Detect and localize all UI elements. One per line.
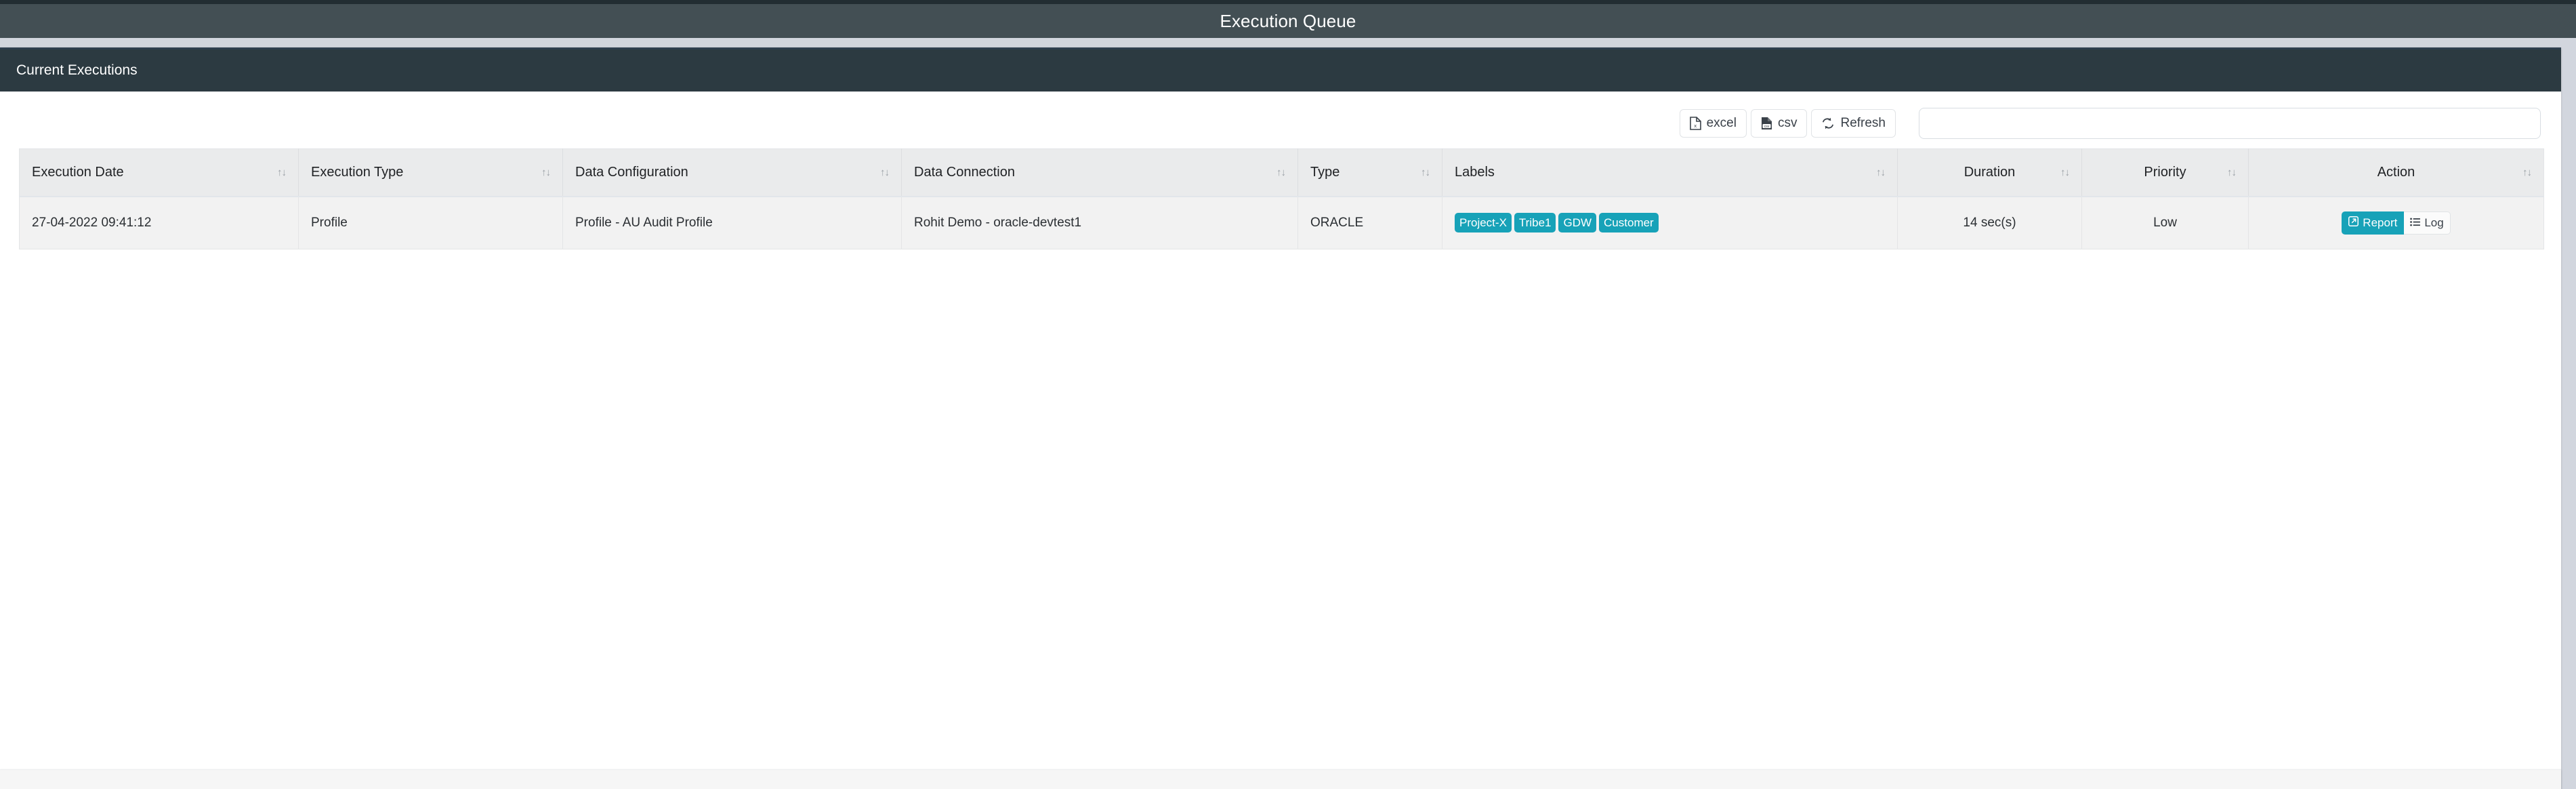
sort-arrows-icon[interactable]: ↑↓	[2227, 167, 2237, 178]
column-label: Type	[1310, 164, 1340, 180]
cell-action: Report Log	[2248, 196, 2544, 249]
card-header-title: Current Executions	[16, 62, 138, 78]
excel-file-icon: x	[1689, 117, 1701, 130]
label-badge: Customer	[1599, 213, 1659, 233]
export-csv-label: csv	[1777, 116, 1798, 130]
report-button[interactable]: Report	[2342, 211, 2405, 235]
table-header-row-group: Execution Date ↑↓ Execution Type ↑↓ Data…	[19, 148, 2544, 197]
table-body: 27-04-2022 09:41:12 Profile Profile - AU…	[19, 196, 2544, 249]
export-excel-label: excel	[1706, 116, 1737, 130]
column-label: Execution Type	[311, 164, 404, 180]
column-header-execution-type[interactable]: Execution Type ↑↓	[298, 148, 563, 197]
cell-duration: 14 sec(s)	[1897, 196, 2082, 249]
page-title: Execution Queue	[1220, 10, 1356, 31]
column-label: Priority	[2144, 164, 2186, 180]
refresh-button[interactable]: Refresh	[1811, 109, 1896, 138]
sort-arrows-icon[interactable]: ↑↓	[1276, 167, 1286, 178]
cell-type: ORACLE	[1297, 196, 1442, 249]
cell-execution-type: Profile	[298, 196, 563, 249]
export-csv-button[interactable]: csv csv	[1750, 109, 1808, 138]
column-header-labels[interactable]: Labels ↑↓	[1442, 148, 1898, 197]
label-badge: Tribe1	[1514, 213, 1556, 233]
current-executions-card: Current Executions x excel csv csv Refre…	[0, 47, 2561, 789]
app-title-bar: Execution Queue	[0, 4, 2576, 38]
executions-table: Execution Date ↑↓ Execution Type ↑↓ Data…	[19, 148, 2544, 249]
column-label: Data Configuration	[575, 164, 688, 180]
cell-data-connection: Rohit Demo - oracle-devtest1	[901, 196, 1298, 249]
search-container	[1919, 108, 2541, 139]
refresh-label: Refresh	[1840, 116, 1886, 130]
sort-arrows-icon[interactable]: ↑↓	[277, 167, 287, 178]
log-button-label: Log	[2424, 216, 2444, 229]
column-header-data-connection[interactable]: Data Connection ↑↓	[901, 148, 1298, 197]
column-header-priority[interactable]: Priority ↑↓	[2081, 148, 2249, 197]
svg-text:x: x	[1694, 123, 1697, 129]
cell-priority-badge: Low	[2081, 196, 2249, 249]
external-link-square-icon	[2348, 216, 2359, 230]
report-button-label: Report	[2363, 216, 2398, 229]
column-header-data-configuration[interactable]: Data Configuration ↑↓	[562, 148, 902, 197]
column-label: Labels	[1455, 164, 1495, 180]
column-label: Execution Date	[32, 164, 124, 180]
action-button-group: Report Log	[2342, 211, 2451, 235]
header-gap	[0, 38, 2576, 47]
card-body: x excel csv csv Refresh Execution Date ↑…	[0, 92, 2561, 769]
svg-text:csv: csv	[1764, 125, 1770, 129]
csv-file-icon: csv	[1761, 117, 1772, 130]
search-input[interactable]	[1919, 108, 2541, 139]
sort-arrows-icon[interactable]: ↑↓	[541, 167, 551, 178]
column-header-duration[interactable]: Duration ↑↓	[1897, 148, 2082, 197]
card-footer	[0, 769, 2561, 789]
column-header-execution-date[interactable]: Execution Date ↑↓	[19, 148, 299, 197]
column-label: Duration	[1964, 164, 2016, 180]
sort-arrows-icon[interactable]: ↑↓	[1876, 167, 1886, 178]
cell-labels: Project-X Tribe1 GDW Customer	[1442, 196, 1898, 249]
export-button-group: x excel csv csv Refresh	[1679, 109, 1896, 138]
cell-data-configuration: Profile - AU Audit Profile	[562, 196, 902, 249]
column-label: Data Connection	[914, 164, 1015, 180]
sort-arrows-icon[interactable]: ↑↓	[2522, 167, 2532, 178]
column-header-type[interactable]: Type ↑↓	[1297, 148, 1442, 197]
table-header-row: Execution Date ↑↓ Execution Type ↑↓ Data…	[19, 148, 2544, 197]
label-badge: Project-X	[1455, 213, 1512, 233]
log-button[interactable]: Log	[2404, 211, 2451, 235]
sort-arrows-icon[interactable]: ↑↓	[1421, 167, 1430, 178]
column-header-action[interactable]: Action ↑↓	[2248, 148, 2544, 197]
card-header: Current Executions	[0, 49, 2561, 92]
export-excel-button[interactable]: x excel	[1679, 109, 1747, 138]
list-icon	[2410, 216, 2421, 230]
table-toolbar: x excel csv csv Refresh	[19, 104, 2542, 143]
sort-arrows-icon[interactable]: ↑↓	[2060, 167, 2070, 178]
cell-execution-date: 27-04-2022 09:41:12	[19, 196, 299, 249]
column-label: Action	[2377, 164, 2415, 180]
table-row[interactable]: 27-04-2022 09:41:12 Profile Profile - AU…	[19, 196, 2544, 249]
label-badge: GDW	[1558, 213, 1597, 233]
sort-arrows-icon[interactable]: ↑↓	[880, 167, 890, 178]
refresh-icon	[1821, 117, 1835, 130]
